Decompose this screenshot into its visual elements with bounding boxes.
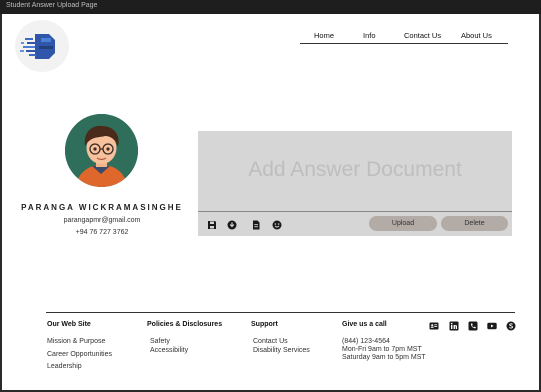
window-title-bar: Student Answer Upload Page [0, 0, 541, 14]
window-title: Student Answer Upload Page [6, 2, 98, 9]
contact-card-icon[interactable] [429, 321, 439, 331]
top-nav: Home Info Contact Us About Us [300, 28, 508, 44]
footer-link-leadership[interactable]: Leadership [47, 363, 82, 371]
nav-contact-link[interactable]: Contact Us [404, 31, 441, 40]
delete-button[interactable]: Delete [441, 216, 508, 231]
upload-panel-title: Add Answer Document [248, 158, 462, 181]
logo-icon [20, 34, 55, 59]
footer-link-safety[interactable]: Safety [150, 338, 170, 346]
footer-phone: (844) 123-4564 [342, 338, 390, 345]
footer-link-careers[interactable]: Career Opportunities [47, 351, 112, 359]
profile-name: PARANGA WICKRAMASINGHE [21, 203, 183, 212]
footer-divider [46, 312, 515, 313]
linkedin-icon[interactable] [449, 321, 459, 331]
footer-heading-policies: Policies & Disclosures [147, 321, 223, 328]
phone-icon[interactable] [468, 321, 478, 331]
footer-heading-call: Give us a call [342, 321, 387, 328]
upload-panel[interactable]: Add Answer Document Upload Delete [198, 131, 512, 236]
save-icon[interactable] [207, 220, 217, 230]
profile-email: parangapmr@gmail.com [63, 217, 141, 224]
document-icon[interactable] [251, 220, 261, 230]
site-logo[interactable] [15, 20, 69, 72]
footer-link-accessibility[interactable]: Accessibility [150, 347, 188, 355]
footer-hours-saturday: Saturday 9am to 5pm MST [342, 354, 426, 361]
skype-icon[interactable] [506, 321, 516, 331]
footer-link-contact[interactable]: Contact Us [253, 338, 288, 346]
footer-heading-website: Our Web Site [47, 321, 91, 328]
download-icon[interactable] [227, 220, 237, 230]
panel-divider [198, 211, 512, 212]
emoji-icon[interactable] [272, 220, 282, 230]
youtube-icon[interactable] [487, 321, 497, 331]
footer-link-disability[interactable]: Disability Services [253, 347, 310, 355]
upload-button[interactable]: Upload [369, 216, 437, 231]
footer-hours-weekday: Mon-Fri 9am to 7pm MST [342, 346, 422, 353]
nav-info-link[interactable]: Info [363, 31, 376, 40]
footer-heading-support: Support [251, 321, 278, 328]
window-border-left [0, 14, 2, 392]
avatar-image [65, 114, 138, 187]
nav-about-link[interactable]: About Us [461, 31, 492, 40]
profile-phone: +94 76 727 3762 [75, 229, 129, 236]
footer-link-mission[interactable]: Mission & Purpose [47, 338, 105, 346]
avatar [65, 114, 138, 187]
nav-home-link[interactable]: Home [314, 31, 334, 40]
